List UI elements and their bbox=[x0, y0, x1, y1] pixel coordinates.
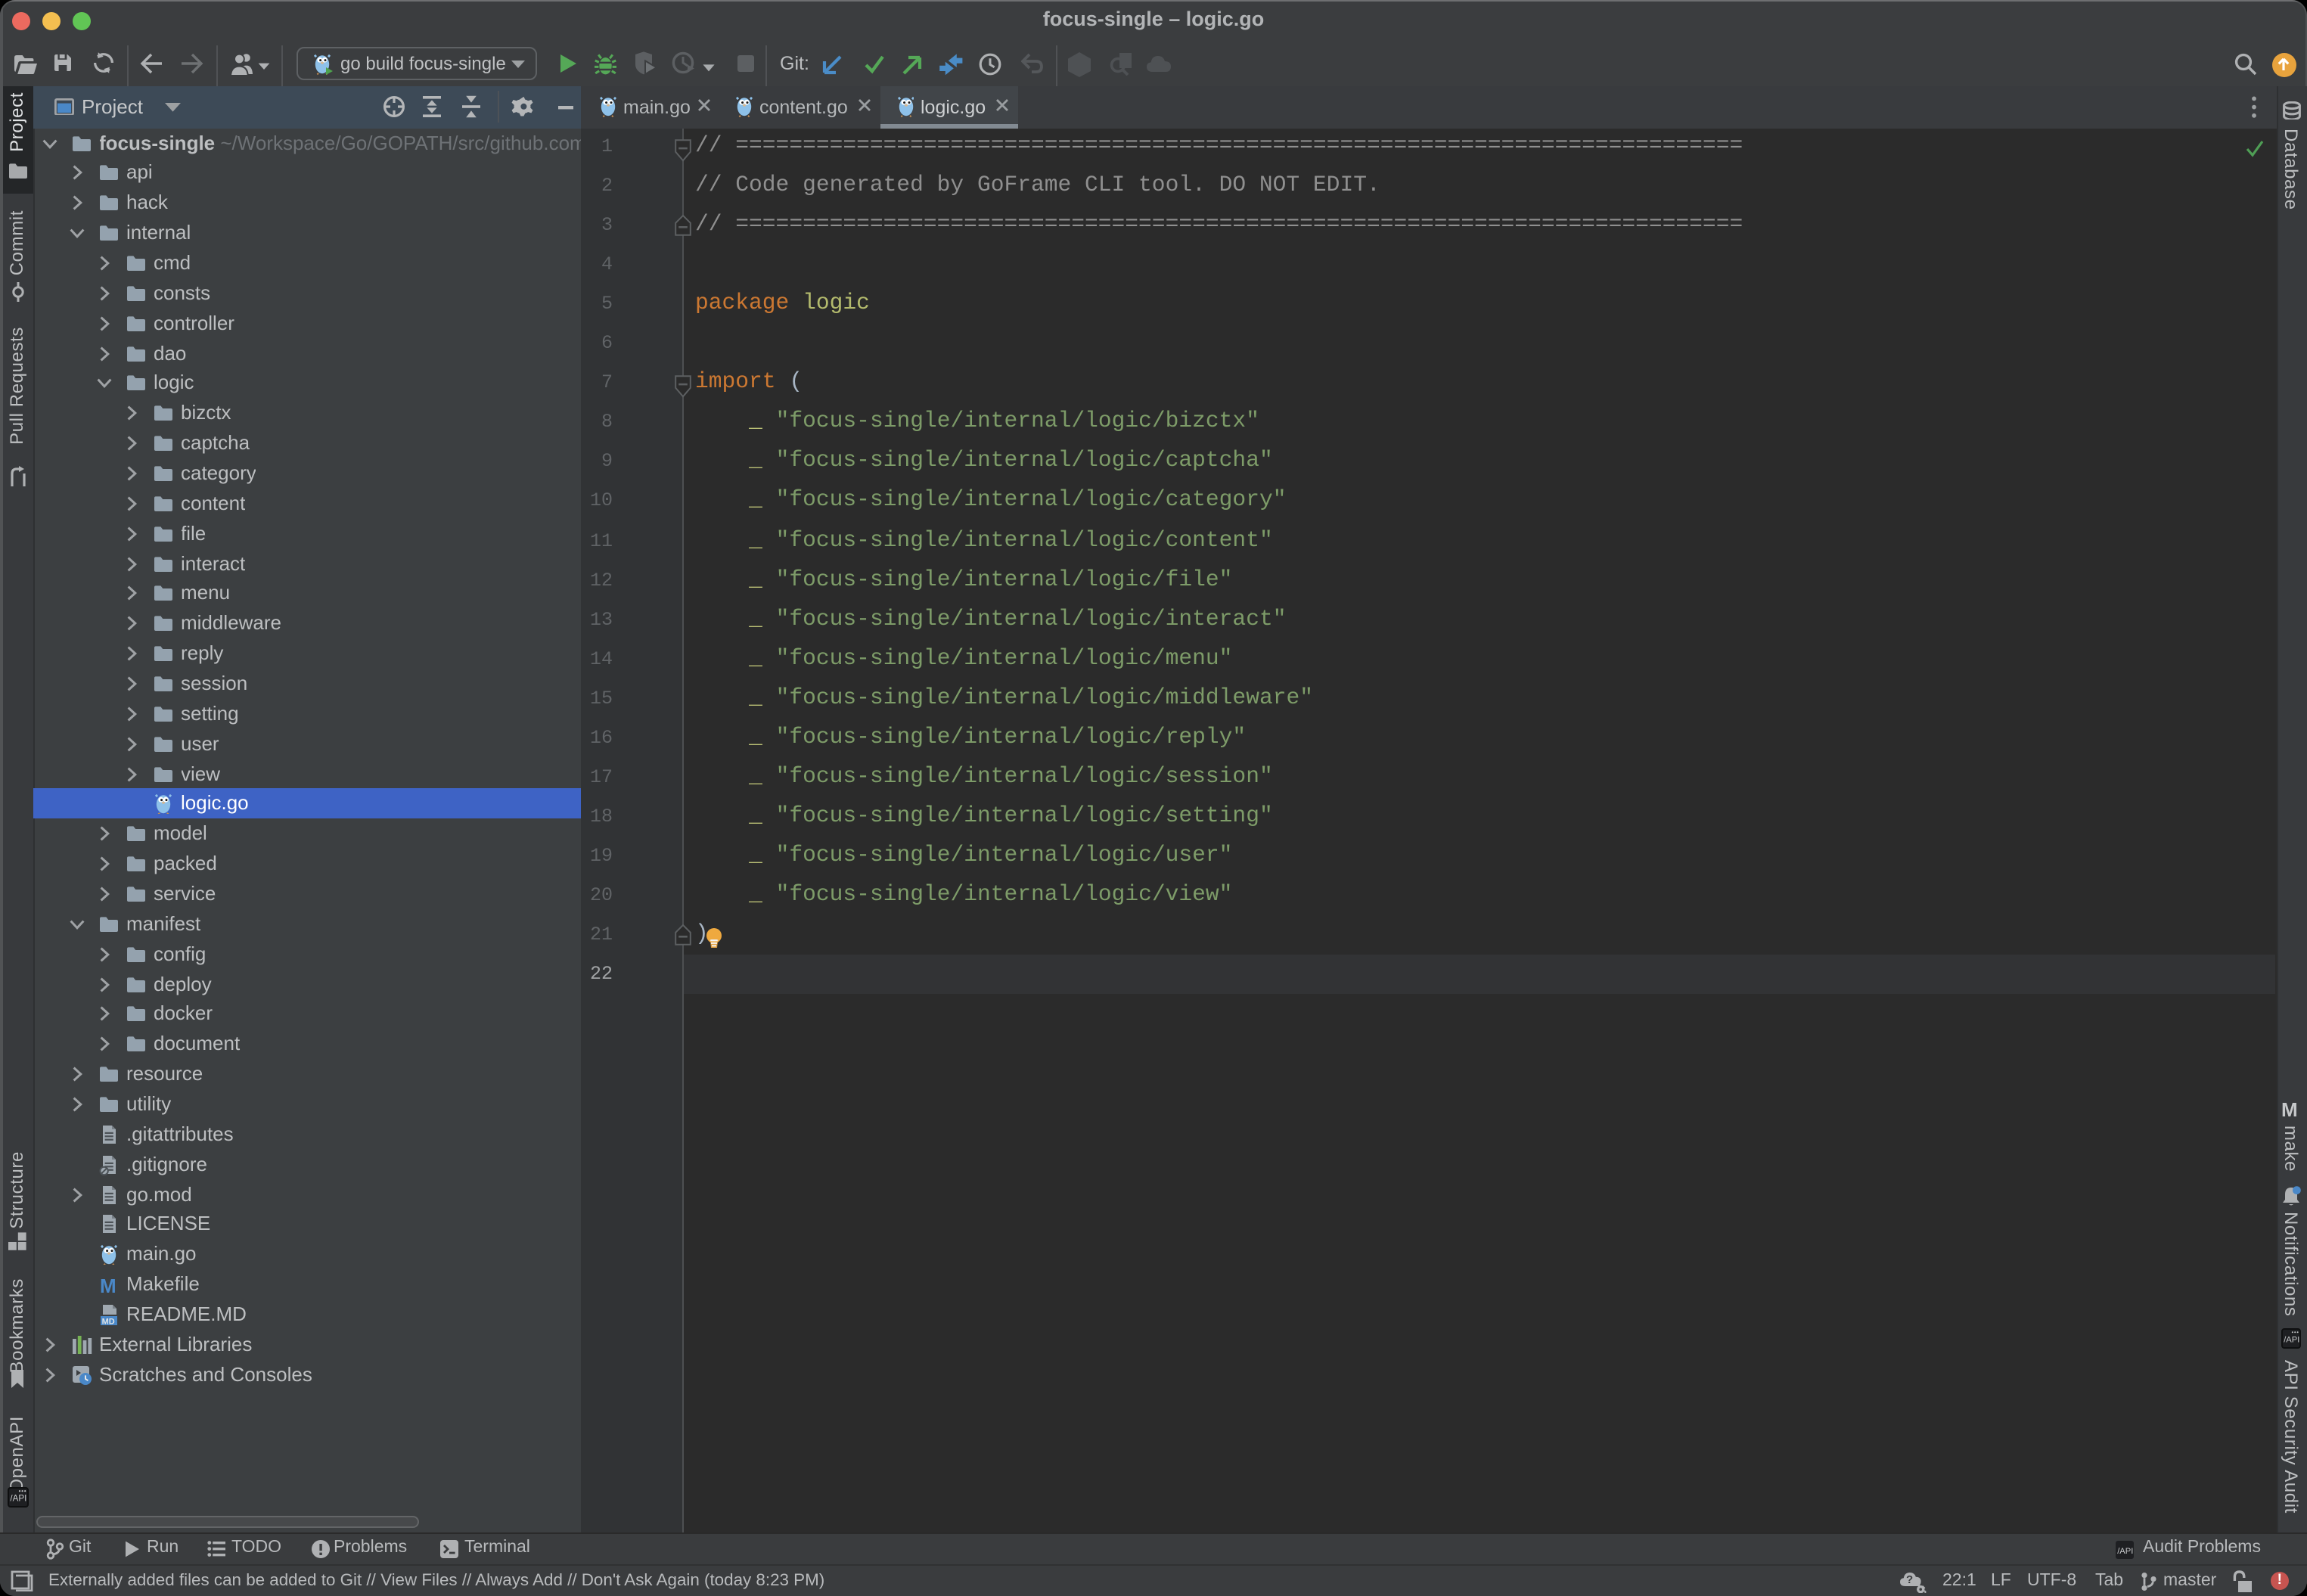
svg-text:M: M bbox=[100, 1275, 116, 1295]
svg-text:MD: MD bbox=[102, 1317, 115, 1325]
svg-text:/API: /API bbox=[2117, 1546, 2133, 1555]
svg-text:?: ? bbox=[1906, 1573, 1913, 1586]
svg-text:/API: /API bbox=[9, 1494, 26, 1504]
svg-text:/API: /API bbox=[2284, 1336, 2299, 1345]
